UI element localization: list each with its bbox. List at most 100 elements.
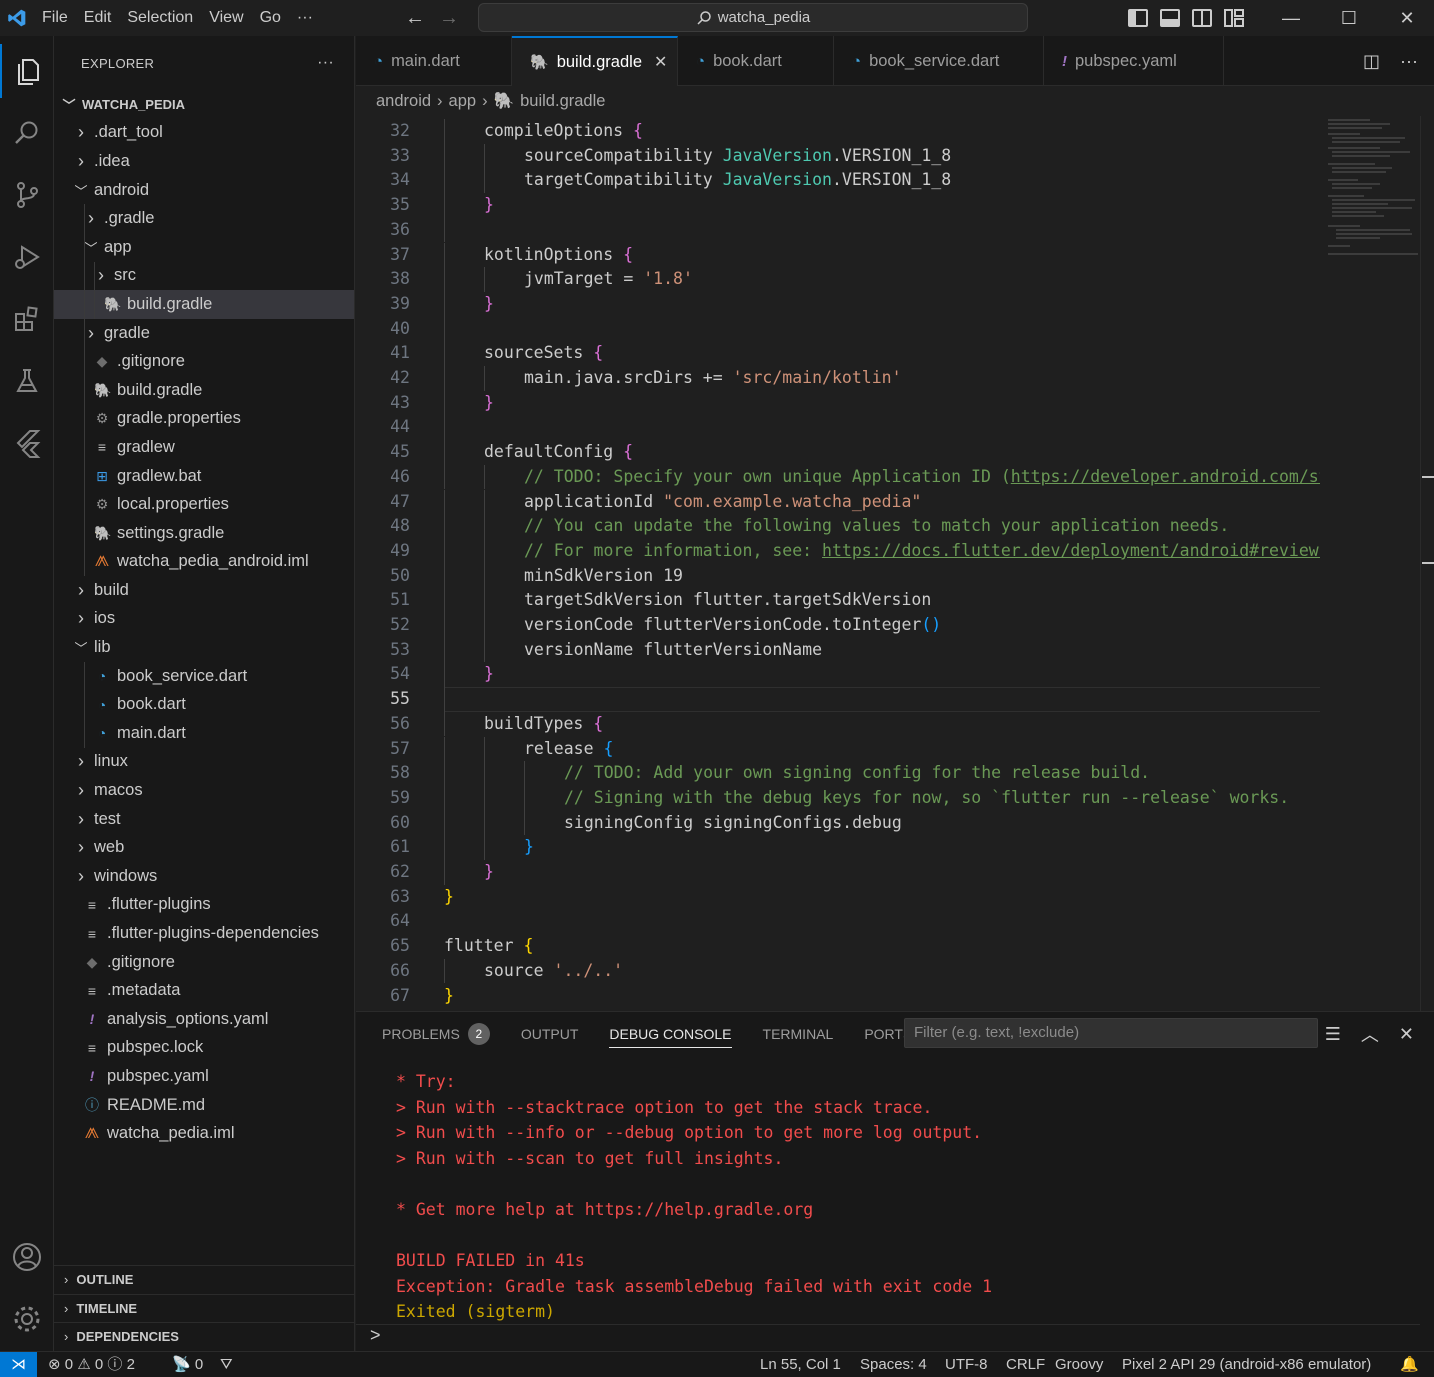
- tree-item[interactable]: › gradle: [54, 318, 354, 348]
- forward-arrow-icon[interactable]: →: [439, 7, 459, 30]
- close-window-button[interactable]: ✕: [1378, 0, 1434, 36]
- tree-item[interactable]: › ios: [54, 605, 354, 634]
- ports-indicator[interactable]: 📡 0: [172, 1352, 203, 1377]
- menu-item-more[interactable]: ···: [289, 0, 321, 36]
- tab-main-dart[interactable]: ◔ main.dart: [356, 36, 512, 86]
- tree-item[interactable]: ⚙ gradle.properties: [54, 404, 354, 434]
- panel-tab-debug-console[interactable]: DEBUG CONSOLE: [609, 1012, 732, 1056]
- language-mode[interactable]: Groovy: [1055, 1352, 1103, 1377]
- console-input[interactable]: >: [356, 1324, 1420, 1352]
- tree-item[interactable]: ⨇ watcha_pedia.iml: [54, 1119, 354, 1148]
- maximize-button[interactable]: ☐: [1320, 0, 1378, 36]
- breadcrumb-item[interactable]: build.gradle: [520, 92, 605, 111]
- breadcrumb-item[interactable]: android: [376, 92, 431, 111]
- tree-item[interactable]: › macos: [54, 776, 354, 805]
- tree-item[interactable]: › src: [54, 261, 354, 291]
- toggle-panel-icon[interactable]: [1160, 9, 1180, 27]
- tree-item[interactable]: › build: [54, 576, 354, 605]
- settings-gear-icon[interactable]: [0, 1292, 54, 1346]
- indentation-setting[interactable]: Spaces: 4: [860, 1352, 927, 1377]
- close-tab-icon[interactable]: ✕: [654, 52, 667, 72]
- run-and-debug-icon[interactable]: [0, 230, 54, 284]
- tree-item[interactable]: › test: [54, 805, 354, 834]
- source-control-icon[interactable]: [0, 168, 54, 222]
- maximize-panel-icon[interactable]: ︿: [1361, 1021, 1379, 1047]
- tree-item[interactable]: ◆ .gitignore: [54, 347, 354, 376]
- editor-scrollbar[interactable]: [1420, 116, 1434, 1011]
- tree-item[interactable]: 🐘 build.gradle: [54, 375, 354, 405]
- tree-item[interactable]: ◔ book_service.dart: [54, 661, 354, 691]
- panel-tab-output[interactable]: OUTPUT: [521, 1012, 579, 1056]
- customize-layout-icon[interactable]: [1224, 9, 1244, 27]
- tree-item[interactable]: ! pubspec.yaml: [54, 1062, 354, 1091]
- cursor-position[interactable]: Ln 55, Col 1: [760, 1352, 841, 1377]
- back-arrow-icon[interactable]: ←: [405, 7, 425, 30]
- tab-book-dart[interactable]: ◔ book.dart: [678, 36, 834, 86]
- flutter-icon[interactable]: [0, 416, 54, 470]
- tree-item[interactable]: ≡ .flutter-plugins-dependencies: [54, 919, 354, 948]
- toggle-secondary-sidebar-icon[interactable]: [1192, 9, 1212, 27]
- outline-section[interactable]: › OUTLINE: [54, 1265, 355, 1294]
- tree-item[interactable]: 🐘 settings.gradle: [54, 518, 354, 548]
- menu-item-edit[interactable]: Edit: [76, 0, 120, 36]
- panel-tab-problems[interactable]: PROBLEMS 2: [382, 1012, 490, 1056]
- tree-item[interactable]: ⓘ README.md: [54, 1091, 354, 1120]
- tree-item[interactable]: ≡ .metadata: [54, 976, 354, 1005]
- tree-item[interactable]: ! analysis_options.yaml: [54, 1005, 354, 1034]
- encoding-setting[interactable]: UTF-8: [945, 1352, 988, 1377]
- tree-item[interactable]: ⚙ local.properties: [54, 490, 354, 519]
- tree-item[interactable]: › linux: [54, 748, 354, 777]
- minimap[interactable]: [1320, 116, 1420, 1011]
- explorer-icon[interactable]: [0, 44, 54, 98]
- explorer-more-actions-button[interactable]: ···: [317, 54, 334, 72]
- tab-build-gradle[interactable]: 🐘 build.gradle ✕: [512, 36, 678, 86]
- clear-console-icon[interactable]: ☰: [1325, 1024, 1341, 1045]
- debug-attach-icon[interactable]: ⛛: [220, 1352, 233, 1377]
- extensions-icon[interactable]: [0, 292, 54, 346]
- notifications-bell-icon[interactable]: 🔔: [1400, 1352, 1419, 1377]
- console-filter-input[interactable]: Filter (e.g. text, !exclude): [904, 1018, 1318, 1048]
- more-actions-icon[interactable]: ···: [1400, 51, 1418, 72]
- testing-flask-icon[interactable]: [0, 354, 54, 408]
- split-editor-icon[interactable]: ◫: [1363, 51, 1380, 72]
- menu-item-selection[interactable]: Selection: [119, 0, 201, 36]
- command-center-search[interactable]: watcha_pedia: [478, 3, 1028, 32]
- minimize-button[interactable]: —: [1262, 0, 1320, 36]
- search-sidebar-icon[interactable]: [0, 106, 54, 160]
- panel-tab-terminal[interactable]: TERMINAL: [763, 1012, 834, 1056]
- menu-item-file[interactable]: File: [34, 0, 76, 36]
- tree-item[interactable]: › .gradle: [54, 204, 354, 233]
- tab-pubspec-yaml[interactable]: ! pubspec.yaml: [1044, 36, 1224, 86]
- tree-item[interactable]: › web: [54, 833, 354, 862]
- remote-indicator-icon[interactable]: ⋊: [0, 1352, 37, 1377]
- device-selector[interactable]: Pixel 2 API 29 (android-x86 emulator): [1122, 1352, 1371, 1377]
- code-editor[interactable]: 32 compileOptions {33 sourceCompatibility …: [356, 116, 1320, 1011]
- tree-item[interactable]: ≡ .flutter-plugins: [54, 891, 354, 920]
- tree-item[interactable]: ⊞ gradlew.bat: [54, 461, 354, 491]
- tree-item[interactable]: ﹀ app: [54, 232, 354, 262]
- tree-item[interactable]: ⨇ watcha_pedia_android.iml: [54, 547, 354, 577]
- tab-book-service-dart[interactable]: ◔ book_service.dart: [834, 36, 1044, 86]
- tree-item[interactable]: › windows: [54, 862, 354, 891]
- menu-item-go[interactable]: Go: [252, 0, 289, 36]
- eol-setting[interactable]: CRLF: [1006, 1352, 1045, 1377]
- tree-item[interactable]: ◔ book.dart: [54, 690, 354, 720]
- tree-item[interactable]: ﹀ android: [54, 176, 354, 205]
- breadcrumb-item[interactable]: app: [449, 92, 477, 111]
- dependencies-section[interactable]: › DEPENDENCIES: [54, 1322, 355, 1351]
- toggle-primary-sidebar-icon[interactable]: [1128, 9, 1148, 27]
- menu-item-view[interactable]: View: [201, 0, 251, 36]
- tree-item[interactable]: ◔ main.dart: [54, 719, 354, 748]
- problems-indicator[interactable]: ⊗ 0 ⚠ 0 ⓘ 2: [48, 1352, 135, 1377]
- tree-item[interactable]: ≡ pubspec.lock: [54, 1034, 354, 1063]
- tree-item[interactable]: › .dart_tool: [54, 119, 354, 148]
- workspace-root[interactable]: ﹀ WATCHA_PEDIA: [54, 90, 354, 119]
- tree-item[interactable]: ≡ gradlew: [54, 433, 354, 462]
- close-panel-icon[interactable]: ✕: [1399, 1024, 1414, 1045]
- tree-item[interactable]: › .idea: [54, 147, 354, 176]
- tree-item[interactable]: ﹀ lib: [54, 633, 354, 662]
- accounts-icon[interactable]: [0, 1230, 54, 1284]
- timeline-section[interactable]: › TIMELINE: [54, 1294, 355, 1323]
- tree-item[interactable]: 🐘 build.gradle: [54, 290, 354, 319]
- tree-item[interactable]: ◆ .gitignore: [54, 948, 354, 977]
